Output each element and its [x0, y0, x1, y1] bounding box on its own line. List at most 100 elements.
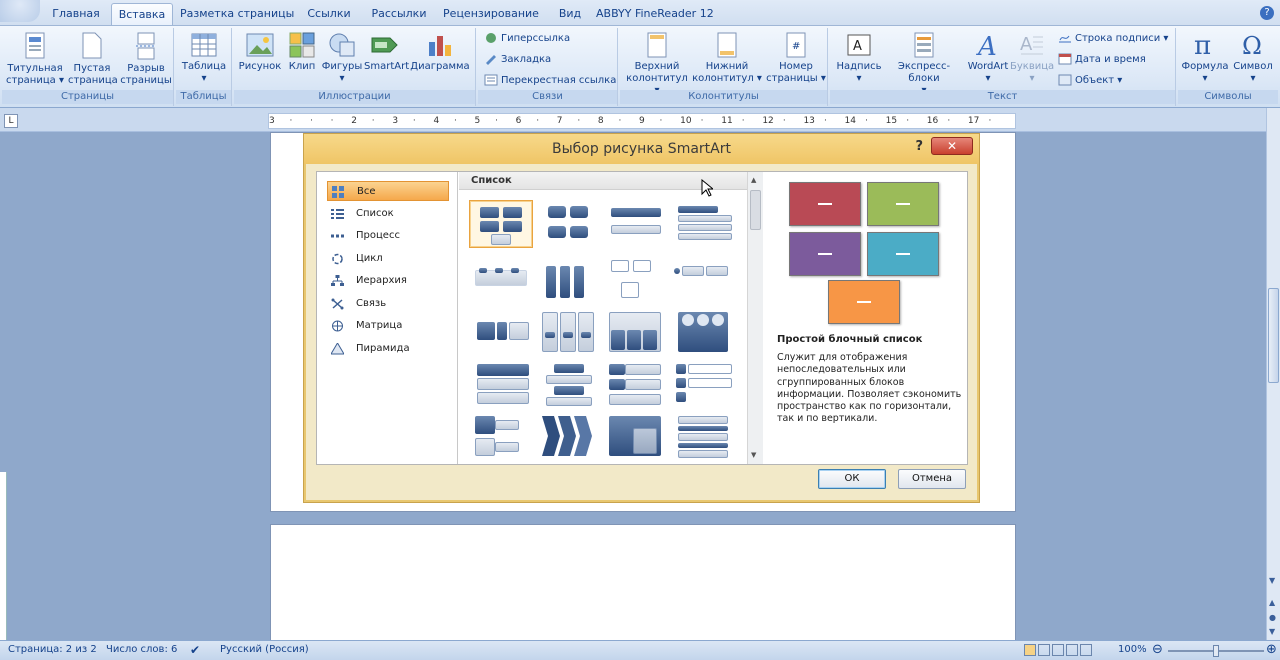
- scrollbar-thumb[interactable]: [1268, 288, 1279, 383]
- category-process[interactable]: Процесс: [327, 226, 449, 246]
- category-label: Связь: [356, 298, 387, 309]
- zoom-slider[interactable]: [1168, 645, 1264, 657]
- next-page-icon[interactable]: ▼: [1269, 627, 1275, 636]
- cancel-button[interactable]: Отмена: [898, 469, 966, 489]
- outline-icon[interactable]: [1066, 644, 1078, 656]
- layout-thumbnail[interactable]: [469, 362, 533, 410]
- category-matrix[interactable]: Матрица: [327, 316, 449, 336]
- zoom-in-icon[interactable]: ⊕: [1266, 642, 1277, 657]
- layout-thumbnail[interactable]: [603, 362, 667, 410]
- prev-page-icon[interactable]: ▲: [1269, 598, 1275, 607]
- layout-thumbnail[interactable]: [670, 308, 734, 356]
- tab-selector-icon[interactable]: L: [4, 114, 18, 128]
- ruler-tick: ·: [947, 116, 951, 126]
- wordart-button[interactable]: A WordArt ▾: [966, 32, 1010, 85]
- category-cycle[interactable]: Цикл: [327, 249, 449, 269]
- smartart-label: SmartArt: [364, 61, 410, 72]
- textbox-button[interactable]: A Надпись ▾: [834, 32, 884, 85]
- header-button[interactable]: Верхний колонтитул ▾: [624, 32, 690, 97]
- help-icon[interactable]: ?: [1260, 6, 1274, 20]
- category-hierarchy[interactable]: Иерархия: [327, 271, 449, 291]
- cross-reference-button[interactable]: Перекрестная ссылка: [484, 72, 616, 90]
- zoom-out-icon[interactable]: ⊖: [1152, 642, 1163, 657]
- print-layout-icon[interactable]: [1024, 644, 1036, 656]
- tab-references[interactable]: Ссылки: [300, 3, 358, 26]
- equation-button[interactable]: π Формула ▾: [1180, 32, 1230, 85]
- tab-mailings[interactable]: Рассылки: [366, 3, 432, 26]
- signature-line-button[interactable]: Строка подписи ▾: [1058, 30, 1168, 48]
- word-count[interactable]: Число слов: 6: [106, 644, 177, 655]
- cover-page-button[interactable]: Титульная страница ▾: [6, 32, 64, 87]
- group-illustrations-label: Иллюстрации: [234, 90, 475, 104]
- web-layout-icon[interactable]: [1052, 644, 1064, 656]
- tab-review[interactable]: Рецензирование: [440, 3, 542, 26]
- layout-thumbnail[interactable]: [469, 256, 533, 304]
- zoom-level[interactable]: 100%: [1118, 644, 1147, 655]
- select-browse-object-icon[interactable]: ●: [1269, 613, 1276, 622]
- page-break-button[interactable]: Разрыв страницы: [120, 32, 172, 87]
- table-button[interactable]: Таблица ▾: [180, 32, 228, 85]
- office-button[interactable]: [0, 0, 40, 22]
- bookmark-label: Закладка: [501, 54, 552, 65]
- shapes-button[interactable]: Фигуры ▾: [320, 32, 364, 85]
- ok-button[interactable]: ОК: [818, 469, 886, 489]
- layout-thumbnail[interactable]: [536, 200, 600, 248]
- scroll-down-icon[interactable]: ▼: [1269, 576, 1275, 585]
- layout-thumbnail[interactable]: [536, 414, 600, 462]
- object-button[interactable]: Объект ▾: [1058, 72, 1122, 90]
- clip-button[interactable]: Клип: [284, 32, 320, 73]
- wordart-label: WordArt: [967, 61, 1009, 72]
- layout-thumbnail[interactable]: [469, 414, 533, 462]
- smartart-button[interactable]: SmartArt: [364, 32, 410, 73]
- layout-thumbnail[interactable]: [536, 362, 600, 410]
- document-page-2[interactable]: [270, 524, 1016, 644]
- chart-button[interactable]: Диаграмма: [410, 32, 470, 73]
- dropcap-button[interactable]: A Буквица ▾: [1010, 32, 1054, 85]
- help-icon[interactable]: ?: [915, 139, 923, 154]
- layout-thumbnail[interactable]: [536, 256, 600, 304]
- category-pyramid[interactable]: Пирамида: [327, 339, 449, 359]
- proofing-icon[interactable]: ✔: [190, 643, 200, 657]
- layout-thumbnail[interactable]: [603, 414, 667, 462]
- horizontal-ruler[interactable]: 3 · · · 2 · 3 · 4 · 5 · 6 · 7 · 8 · 9 · 10 · 11 · 12 · 13 · 14 · 15 · 16…: [268, 113, 1016, 129]
- gallery-scroll-up-icon[interactable]: ▲: [751, 176, 756, 184]
- layout-thumbnail[interactable]: [670, 362, 734, 410]
- layout-thumbnail[interactable]: [603, 200, 667, 248]
- gallery-scrollbar[interactable]: ▲ ▼: [747, 172, 763, 464]
- full-screen-icon[interactable]: [1038, 644, 1050, 656]
- bookmark-button[interactable]: Закладка: [484, 51, 551, 69]
- page-counter[interactable]: Страница: 2 из 2: [8, 644, 97, 655]
- page-number-button[interactable]: # Номер страницы ▾: [766, 32, 826, 85]
- gallery-scroll-thumb[interactable]: [750, 190, 761, 230]
- layout-thumbnail[interactable]: [536, 308, 600, 356]
- tab-insert[interactable]: Вставка: [111, 3, 173, 26]
- picture-button[interactable]: Рисунок: [238, 32, 282, 73]
- symbol-button[interactable]: Ω Символ ▾: [1230, 32, 1276, 85]
- date-time-button[interactable]: Дата и время: [1058, 51, 1146, 69]
- zoom-slider-thumb[interactable]: [1213, 645, 1219, 657]
- category-list-item[interactable]: Список: [327, 204, 449, 224]
- layout-thumbnail[interactable]: [469, 308, 533, 356]
- hyperlink-button[interactable]: Гиперссылка: [484, 30, 570, 48]
- tab-home[interactable]: Главная: [46, 3, 106, 26]
- category-relationship[interactable]: Связь: [327, 294, 449, 314]
- layout-thumbnail[interactable]: [670, 256, 734, 304]
- gallery-scroll-down-icon[interactable]: ▼: [751, 451, 756, 459]
- layout-thumbnail[interactable]: [670, 414, 734, 462]
- tab-view[interactable]: Вид: [552, 3, 588, 26]
- blank-page-button[interactable]: Пустая страница: [68, 32, 118, 87]
- layout-thumbnail[interactable]: [603, 308, 667, 356]
- tab-page-layout[interactable]: Разметка страницы: [180, 3, 294, 26]
- ruler-tick: 3: [392, 116, 399, 126]
- footer-button[interactable]: Нижний колонтитул ▾: [692, 32, 762, 85]
- category-all[interactable]: Все: [327, 181, 449, 201]
- layout-thumbnail[interactable]: [670, 200, 734, 248]
- close-button[interactable]: ✕: [931, 137, 973, 155]
- draft-icon[interactable]: [1080, 644, 1092, 656]
- layout-basic-block-list[interactable]: [469, 200, 533, 248]
- vertical-scrollbar[interactable]: ▼ ▲ ● ▼: [1266, 108, 1280, 640]
- language[interactable]: Русский (Россия): [220, 644, 309, 655]
- tab-abbyy[interactable]: ABBYY FineReader 12: [596, 3, 714, 26]
- quick-parts-button[interactable]: Экспресс-блоки▾: [884, 32, 964, 97]
- layout-thumbnail[interactable]: [603, 256, 667, 304]
